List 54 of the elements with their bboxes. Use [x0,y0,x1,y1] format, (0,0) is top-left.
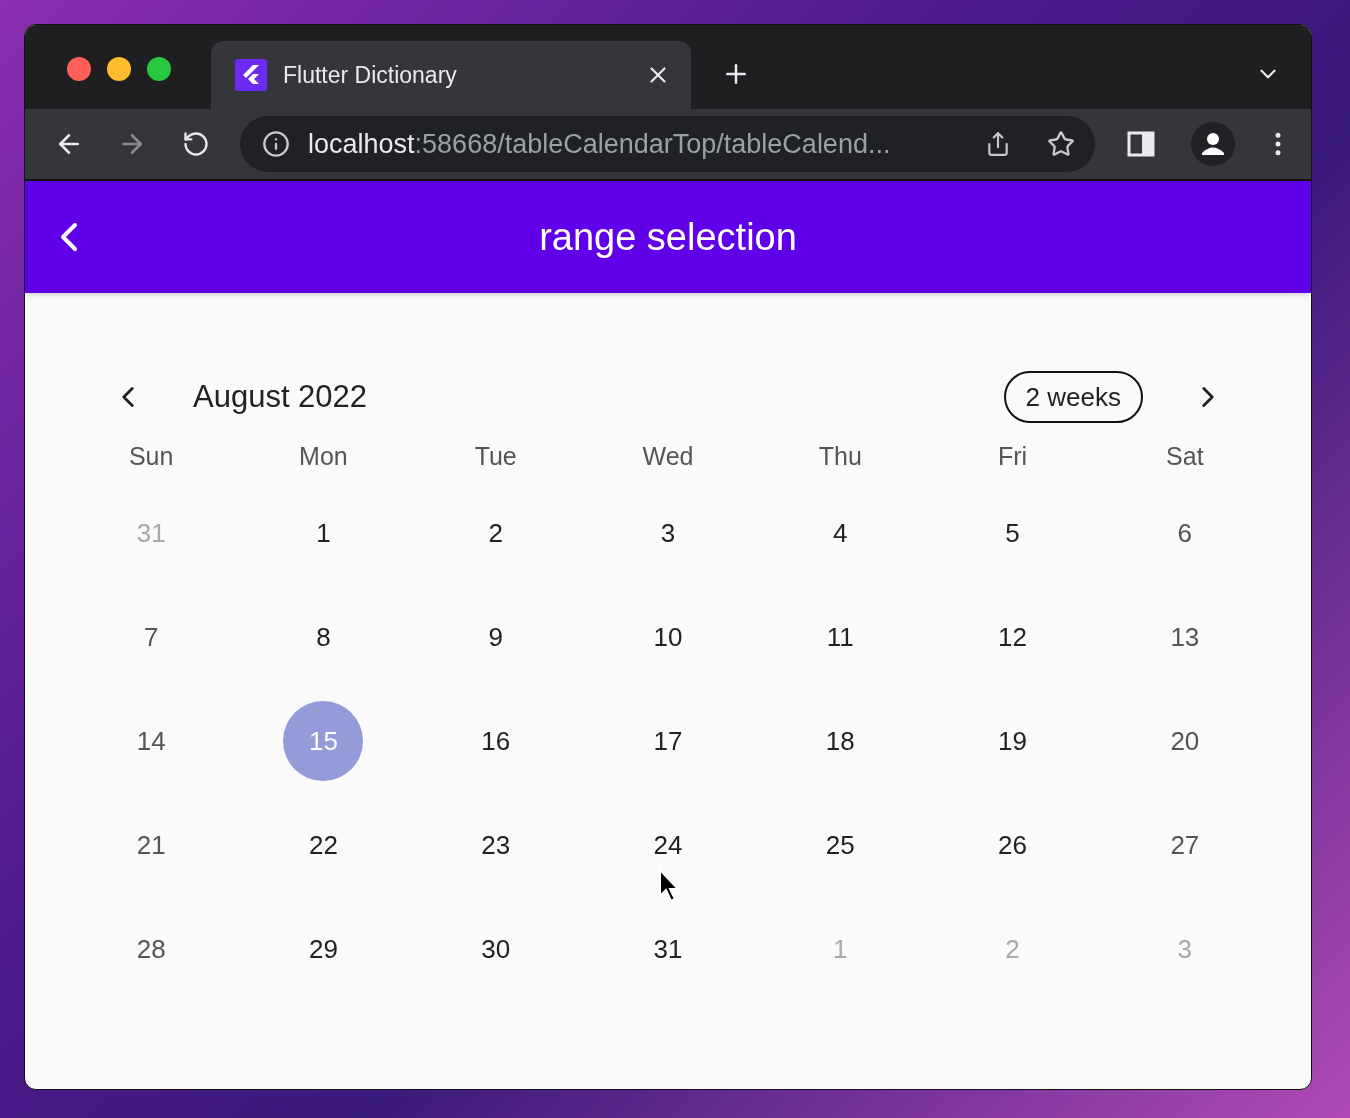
profile-avatar-icon[interactable] [1191,122,1235,166]
day-cell[interactable]: 19 [972,701,1053,781]
day-cell[interactable]: 25 [800,805,881,885]
day-cell[interactable]: 18 [800,701,881,781]
weekday-label: Wed [641,441,695,473]
day-cell[interactable]: 16 [455,701,536,781]
day-cell[interactable]: 13 [1144,597,1225,677]
zoom-window-button[interactable] [147,57,171,81]
day-cell[interactable]: 2 [455,493,536,573]
weekday-label: Thu [817,441,863,473]
day-cell[interactable]: 14 [111,701,192,781]
day-cell[interactable]: 5 [972,493,1053,573]
month-title: August 2022 [193,377,369,416]
day-cell[interactable]: 1 [283,493,364,573]
day-cell[interactable]: 9 [455,597,536,677]
flutter-logo-icon [235,59,267,91]
day-cell[interactable]: 26 [972,805,1053,885]
day-cell[interactable]: 17 [628,701,708,781]
day-cell[interactable]: 7 [111,597,192,677]
day-cell[interactable]: 4 [800,493,881,573]
day-cell[interactable]: 20 [1144,701,1225,781]
day-cell[interactable]: 31 [628,909,708,989]
day-cell[interactable]: 11 [800,597,881,677]
minimize-window-button[interactable] [107,57,131,81]
url-text: localhost:58668/tableCalendarTop/tableCalend... [308,127,892,161]
weekday-label: Sat [1165,441,1205,473]
address-bar[interactable]: localhost:58668/tableCalendarTop/tableCalend... [240,116,1095,172]
day-cell[interactable]: 29 [283,909,364,989]
day-cell[interactable]: 22 [283,805,364,885]
side-panel-icon[interactable] [1127,130,1155,158]
day-cell[interactable]: 24 [628,805,708,885]
day-cell[interactable]: 30 [455,909,536,989]
day-cell[interactable]: 21 [111,805,192,885]
weekday-label: Sun [127,441,175,473]
app-bar-title: range selection [539,214,797,260]
share-icon[interactable] [985,131,1011,157]
day-cell[interactable]: 23 [455,805,536,885]
browser-tab[interactable]: Flutter Dictionary [211,41,691,109]
day-cell[interactable]: 12 [972,597,1053,677]
bookmark-star-icon[interactable] [1047,130,1075,158]
weekday-label: Fri [997,441,1029,473]
tab-title: Flutter Dictionary [283,60,458,90]
day-cell[interactable]: 27 [1144,805,1225,885]
info-icon[interactable] [262,130,290,158]
day-cell[interactable]: 10 [628,597,708,677]
day-cell[interactable]: 28 [111,909,192,989]
format-button[interactable]: 2 weeks [1003,371,1143,423]
day-cell[interactable]: 3 [628,493,708,573]
weekday-label: Tue [473,441,518,473]
reload-icon[interactable] [182,130,210,158]
day-cell[interactable]: 8 [283,597,364,677]
weekday-label: Mon [298,441,349,473]
day-cell[interactable]: 6 [1144,493,1225,573]
close-window-button[interactable] [67,57,91,81]
